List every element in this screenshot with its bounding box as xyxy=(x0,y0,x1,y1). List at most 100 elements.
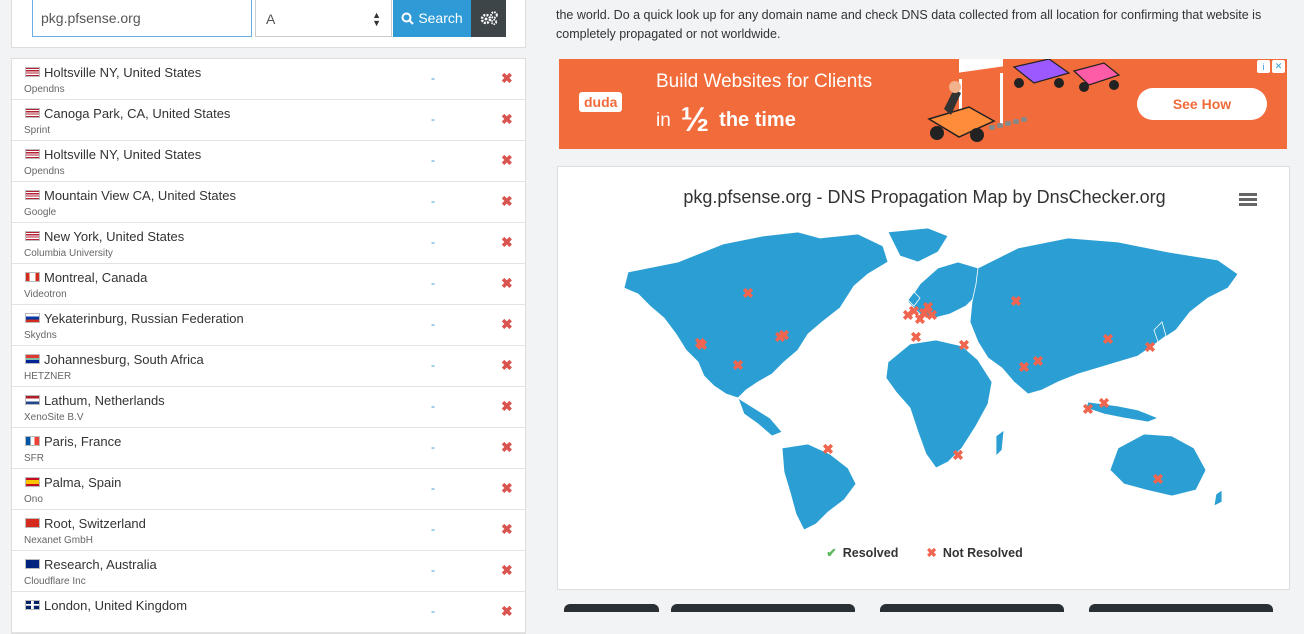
result-location: Montreal, Canada xyxy=(44,270,148,285)
description-text: the world. Do a quick look up for any do… xyxy=(556,8,1262,41)
result-row[interactable]: Research, Australia Cloudflare Inc - ✖ xyxy=(12,551,525,592)
chart-menu-icon[interactable] xyxy=(1239,193,1257,207)
result-value: - xyxy=(431,194,435,208)
legend-resolved[interactable]: ✔ Resolved xyxy=(826,545,898,560)
result-row[interactable]: Johannesburg, South Africa HETZNER - ✖ xyxy=(12,346,525,387)
result-row[interactable]: Mountain View CA, United States Google - ✖ xyxy=(12,182,525,223)
ad-brand-logo: duda xyxy=(579,92,623,112)
not-resolved-marker[interactable]: ✖ xyxy=(822,441,834,457)
bottom-tab-2[interactable] xyxy=(671,604,855,612)
dns-propagation-map: pkg.pfsense.org - DNS Propagation Map by… xyxy=(557,166,1290,590)
result-provider: Opendns xyxy=(24,166,65,177)
settings-button[interactable] xyxy=(471,0,506,37)
result-provider: Nexanet GmbH xyxy=(24,535,93,546)
flag-icon-ca xyxy=(25,272,40,282)
record-type-select[interactable]: A ▲ ▼ xyxy=(255,0,392,37)
result-value: - xyxy=(431,71,435,85)
result-row[interactable]: Montreal, Canada Videotron - ✖ xyxy=(12,264,525,305)
not-resolved-marker[interactable]: ✖ xyxy=(1032,353,1044,369)
result-row[interactable]: Yekaterinburg, Russian Federation Skydns -… xyxy=(12,305,525,346)
not-resolved-icon: ✖ xyxy=(501,357,513,373)
result-location: Johannesburg, South Africa xyxy=(44,352,204,367)
result-row[interactable]: Root, Switzerland Nexanet GmbH - ✖ xyxy=(12,510,525,551)
gears-icon xyxy=(480,11,498,26)
not-resolved-marker[interactable]: ✖ xyxy=(778,327,790,343)
not-resolved-marker[interactable]: ✖ xyxy=(732,357,744,373)
not-resolved-marker[interactable]: ✖ xyxy=(1010,293,1022,309)
check-icon: ✔ xyxy=(826,546,837,560)
result-value: - xyxy=(431,358,435,372)
not-resolved-marker[interactable]: ✖ xyxy=(910,329,922,345)
advertisement-banner[interactable]: i ✕ duda Build Websites for Clients in ½… xyxy=(559,59,1287,149)
result-provider: SFR xyxy=(24,453,44,464)
go-kart-illustration xyxy=(927,59,1121,142)
not-resolved-icon: ✖ xyxy=(501,480,513,496)
not-resolved-icon: ✖ xyxy=(501,398,513,414)
result-value: - xyxy=(431,317,435,331)
result-location: Root, Switzerland xyxy=(44,516,146,531)
not-resolved-marker[interactable]: ✖ xyxy=(1152,471,1164,487)
ad-info-icon[interactable]: i xyxy=(1257,60,1270,73)
ad-headline-in: in xyxy=(656,109,671,131)
flag-icon-au xyxy=(25,559,40,569)
not-resolved-marker[interactable]: ✖ xyxy=(958,337,970,353)
not-resolved-marker[interactable]: ✖ xyxy=(926,307,938,323)
result-provider: Google xyxy=(24,207,57,218)
ad-close-icon[interactable]: ✕ xyxy=(1272,60,1285,73)
flag-icon-nl xyxy=(25,395,40,405)
left-panel: A ▲▼ Search Holtsville NY, United States… xyxy=(11,0,526,634)
result-location: Palma, Spain xyxy=(44,475,122,490)
result-provider: Videotron xyxy=(24,289,67,300)
bottom-tab-1[interactable] xyxy=(564,604,659,612)
not-resolved-icon: ✖ xyxy=(501,70,513,86)
result-row[interactable]: Canoga Park, CA, United States Sprint - ✖ xyxy=(12,100,525,141)
result-value: - xyxy=(431,153,435,167)
flag-icon-za xyxy=(25,354,40,364)
ad-choices[interactable]: i ✕ xyxy=(1257,60,1285,73)
not-resolved-marker[interactable]: ✖ xyxy=(1018,359,1030,375)
result-row[interactable]: Paris, France SFR - ✖ xyxy=(12,428,525,469)
not-resolved-icon: ✖ xyxy=(501,439,513,455)
result-row[interactable]: New York, United States Columbia Universi… xyxy=(12,223,525,264)
result-row[interactable]: London, United Kingdom - ✖ xyxy=(12,592,525,633)
result-value: - xyxy=(431,276,435,290)
result-location: Lathum, Netherlands xyxy=(44,393,165,408)
result-value: - xyxy=(431,235,435,249)
not-resolved-marker[interactable]: ✖ xyxy=(742,285,754,301)
result-row[interactable]: Palma, Spain Ono - ✖ xyxy=(12,469,525,510)
not-resolved-icon: ✖ xyxy=(501,111,513,127)
flag-icon-us xyxy=(25,149,40,159)
not-resolved-marker[interactable]: ✖ xyxy=(952,447,964,463)
not-resolved-icon: ✖ xyxy=(501,152,513,168)
not-resolved-icon: ✖ xyxy=(501,521,513,537)
result-location: London, United Kingdom xyxy=(44,598,188,613)
not-resolved-icon: ✖ xyxy=(501,603,513,619)
result-location: Research, Australia xyxy=(44,557,157,572)
flag-icon-gb xyxy=(25,600,40,610)
result-value: - xyxy=(431,604,435,618)
result-location: Yekaterinburg, Russian Federation xyxy=(44,311,244,326)
legend-not-resolved[interactable]: ✖ Not Resolved xyxy=(926,545,1022,560)
result-value: - xyxy=(431,112,435,126)
result-provider: Columbia University xyxy=(24,248,113,259)
not-resolved-marker[interactable]: ✖ xyxy=(1098,395,1110,411)
bottom-tab-4[interactable] xyxy=(1089,604,1273,612)
not-resolved-marker[interactable]: ✖ xyxy=(1082,401,1094,417)
result-row[interactable]: Holtsville NY, United States Opendns - ✖ xyxy=(12,141,525,182)
domain-search-input[interactable] xyxy=(32,0,252,37)
search-button[interactable]: Search xyxy=(393,0,471,37)
ad-headline-fraction: ½ xyxy=(680,101,710,139)
not-resolved-marker[interactable]: ✖ xyxy=(1102,331,1114,347)
not-resolved-icon: ✖ xyxy=(501,562,513,578)
flag-icon-fr xyxy=(25,436,40,446)
result-row[interactable]: Holtsville NY, United States Opendns - ✖ xyxy=(12,59,525,100)
world-map: ✖✖✖ ✖✖✖✖✖✖✖✖✖✖ ✖✖✖ ✖✖ ✖✖ ✖✖✖✖ xyxy=(623,227,1239,531)
not-resolved-marker[interactable]: ✖ xyxy=(1144,339,1156,355)
not-resolved-marker[interactable]: ✖ xyxy=(696,337,708,353)
bottom-tab-3[interactable] xyxy=(880,604,1064,612)
map-title: pkg.pfsense.org - DNS Propagation Map by… xyxy=(683,187,1166,207)
result-row[interactable]: Lathum, Netherlands XenoSite B.V - ✖ xyxy=(12,387,525,428)
flag-icon-es xyxy=(25,477,40,487)
result-location: Paris, France xyxy=(44,434,122,449)
see-how-button[interactable]: See How xyxy=(1137,88,1267,120)
